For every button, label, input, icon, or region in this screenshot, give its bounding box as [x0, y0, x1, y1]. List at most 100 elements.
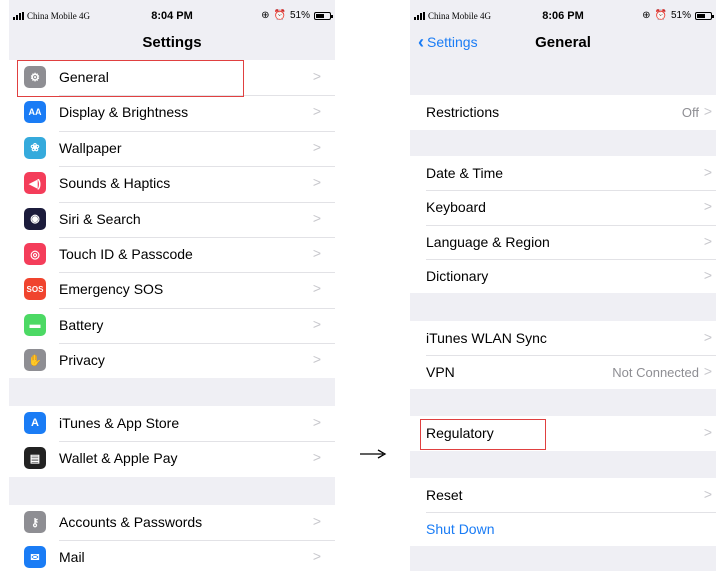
chevron-right-icon: > — [312, 174, 321, 191]
wallet-icon: ▤ — [24, 447, 46, 470]
chevron-right-icon: > — [312, 548, 321, 565]
reset-row[interactable]: Reset > — [410, 478, 716, 513]
settings-row-wallpaper[interactable]: ❀ Wallpaper > — [9, 131, 335, 166]
chevron-right-icon: > — [312, 280, 321, 297]
itunes-wlan-sync-row[interactable]: iTunes WLAN Sync > — [410, 321, 716, 356]
alarm-icon: ⏰ — [273, 10, 286, 21]
chevron-right-icon: > — [703, 424, 712, 440]
nav-bar: ‹ Settings General — [410, 30, 716, 58]
chevron-right-icon: > — [703, 486, 712, 502]
row-label: Touch ID & Passcode — [59, 246, 193, 262]
sync-group: iTunes WLAN Sync > VPN Not Connected > — [410, 321, 716, 389]
status-bar: China Mobile 4G 8:06 PM ⊕ ⏰ 51% — [410, 0, 716, 30]
chevron-right-icon: > — [312, 245, 321, 261]
battery-level-icon — [695, 11, 714, 20]
mail-icon: ✉ — [24, 546, 46, 569]
siri-icon: ◉ — [24, 207, 46, 230]
row-label: iTunes WLAN Sync — [426, 330, 547, 346]
row-label: iTunes & App Store — [59, 415, 180, 431]
settings-row-wallet-and-apple-pay[interactable]: ▤ Wallet & Apple Pay > — [9, 441, 335, 476]
highlight-regulatory — [420, 419, 546, 450]
row-label: Restrictions — [426, 104, 500, 120]
app-store-icon: A — [24, 412, 46, 434]
chevron-right-icon: > — [312, 351, 321, 368]
row-label: Wallpaper — [59, 139, 122, 156]
row-label: Dictionary — [426, 267, 489, 284]
row-label: Siri & Search — [59, 210, 141, 227]
wallpaper-icon: ❀ — [24, 136, 46, 159]
hand-icon: ✋ — [24, 349, 46, 372]
alarm-icon: ⏰ — [654, 10, 667, 21]
highlight-general — [17, 60, 244, 97]
settings-screen: China Mobile 4G 8:04 PM ⊕ ⏰ 51% Settings… — [9, 0, 335, 571]
shut-down-label: Shut Down — [426, 521, 495, 537]
chevron-right-icon: > — [312, 449, 321, 466]
key-icon: ⚷ — [24, 511, 46, 533]
chevron-right-icon: > — [703, 329, 712, 345]
chevron-right-icon: > — [312, 209, 321, 226]
speaker-icon: ◀) — [24, 172, 46, 195]
row-label: Display & Brightness — [59, 104, 189, 121]
settings-row-privacy[interactable]: ✋ Privacy > — [9, 343, 335, 378]
row-label: Keyboard — [426, 199, 486, 216]
chevron-right-icon: > — [312, 103, 321, 120]
row-value: Off — [681, 105, 699, 120]
row-label: Wallet & Apple Pay — [59, 450, 178, 467]
chevron-right-icon: > — [312, 315, 321, 332]
settings-row-itunes-and-app-store[interactable]: AiTunes & App Store > — [9, 406, 335, 441]
restrictions-row[interactable]: Restrictions Off > — [410, 95, 716, 130]
chevron-right-icon: > — [703, 266, 712, 283]
settings-group-store: AiTunes & App Store > ▤ Wallet & Apple Pay > — [9, 406, 335, 477]
reset-group: Reset > Shut Down — [410, 478, 716, 546]
settings-row-touch-id-and-passcode[interactable]: ◎ Touch ID & Passcode > — [9, 237, 335, 272]
row-label: Emergency SOS — [59, 281, 164, 298]
row-label: VPN — [426, 364, 455, 380]
status-bar: China Mobile 4G 8:04 PM ⊕ ⏰ 51% — [9, 0, 335, 30]
page-title: Settings — [142, 34, 202, 51]
settings-row-battery[interactable]: ▬ Battery > — [9, 308, 335, 343]
row-label: Battery — [59, 316, 104, 333]
general-row-dictionary[interactable]: Dictionary > — [410, 259, 716, 294]
battery-percent: 51% — [670, 10, 691, 21]
general-row-keyboard[interactable]: Keyboard > — [410, 190, 716, 225]
chevron-right-icon: > — [703, 164, 712, 180]
settings-group-main: ⚙ General > AA Display & Brightness > ❀ Wallpap… — [9, 60, 335, 378]
settings-row-sounds-and-haptics[interactable]: ◀) Sounds & Haptics > — [9, 166, 335, 201]
nav-bar: Settings — [9, 30, 335, 58]
page-title: General — [535, 34, 591, 51]
row-label: Privacy — [59, 352, 105, 369]
battery-percent: 51% — [289, 10, 310, 21]
vpn-row[interactable]: VPN Not Connected > — [410, 355, 716, 390]
chevron-right-icon: > — [312, 513, 321, 529]
orientation-lock-icon: ⊕ — [261, 10, 270, 21]
battery-level-icon — [314, 11, 333, 20]
row-label: Accounts & Passwords — [59, 514, 203, 530]
shut-down-row[interactable]: Shut Down — [410, 512, 716, 547]
battery-icon: ▬ — [24, 313, 46, 336]
row-label: Sounds & Haptics — [59, 175, 171, 192]
chevron-right-icon: > — [312, 68, 321, 84]
chevron-right-icon: > — [312, 414, 321, 430]
settings-row-siri-and-search[interactable]: ◉ Siri & Search > — [9, 202, 335, 237]
chevron-right-icon: > — [312, 138, 321, 155]
settings-group-accounts: ⚷ Accounts & Passwords > ✉ Mail > — [9, 505, 335, 571]
sos-icon: SOS — [24, 278, 46, 301]
settings-row-emergency-sos[interactable]: SOS Emergency SOS > — [9, 272, 335, 307]
row-label: Date & Time — [426, 165, 504, 181]
row-value: Not Connected — [612, 365, 699, 380]
settings-row-accounts-and-passwords[interactable]: ⚷ Accounts & Passwords > — [9, 505, 335, 540]
settings-row-mail[interactable]: ✉ Mail > — [9, 540, 335, 571]
row-label: Mail — [59, 549, 85, 566]
row-label: Language & Region — [426, 233, 550, 250]
chevron-right-icon: > — [703, 198, 712, 215]
orientation-lock-icon: ⊕ — [642, 10, 651, 21]
general-row-date-and-time[interactable]: Date & Time > — [410, 156, 716, 191]
chevron-right-icon: > — [703, 103, 712, 119]
settings-row-display-and-brightness[interactable]: AA Display & Brightness > — [9, 95, 335, 130]
arrow-icon — [360, 449, 387, 459]
chevron-right-icon: > — [703, 232, 712, 249]
chevron-right-icon: > — [703, 363, 712, 379]
general-row-language-and-region[interactable]: Language & Region > — [410, 225, 716, 260]
fingerprint-icon: ◎ — [24, 243, 46, 265]
restrictions-group: Restrictions Off > — [410, 95, 716, 130]
